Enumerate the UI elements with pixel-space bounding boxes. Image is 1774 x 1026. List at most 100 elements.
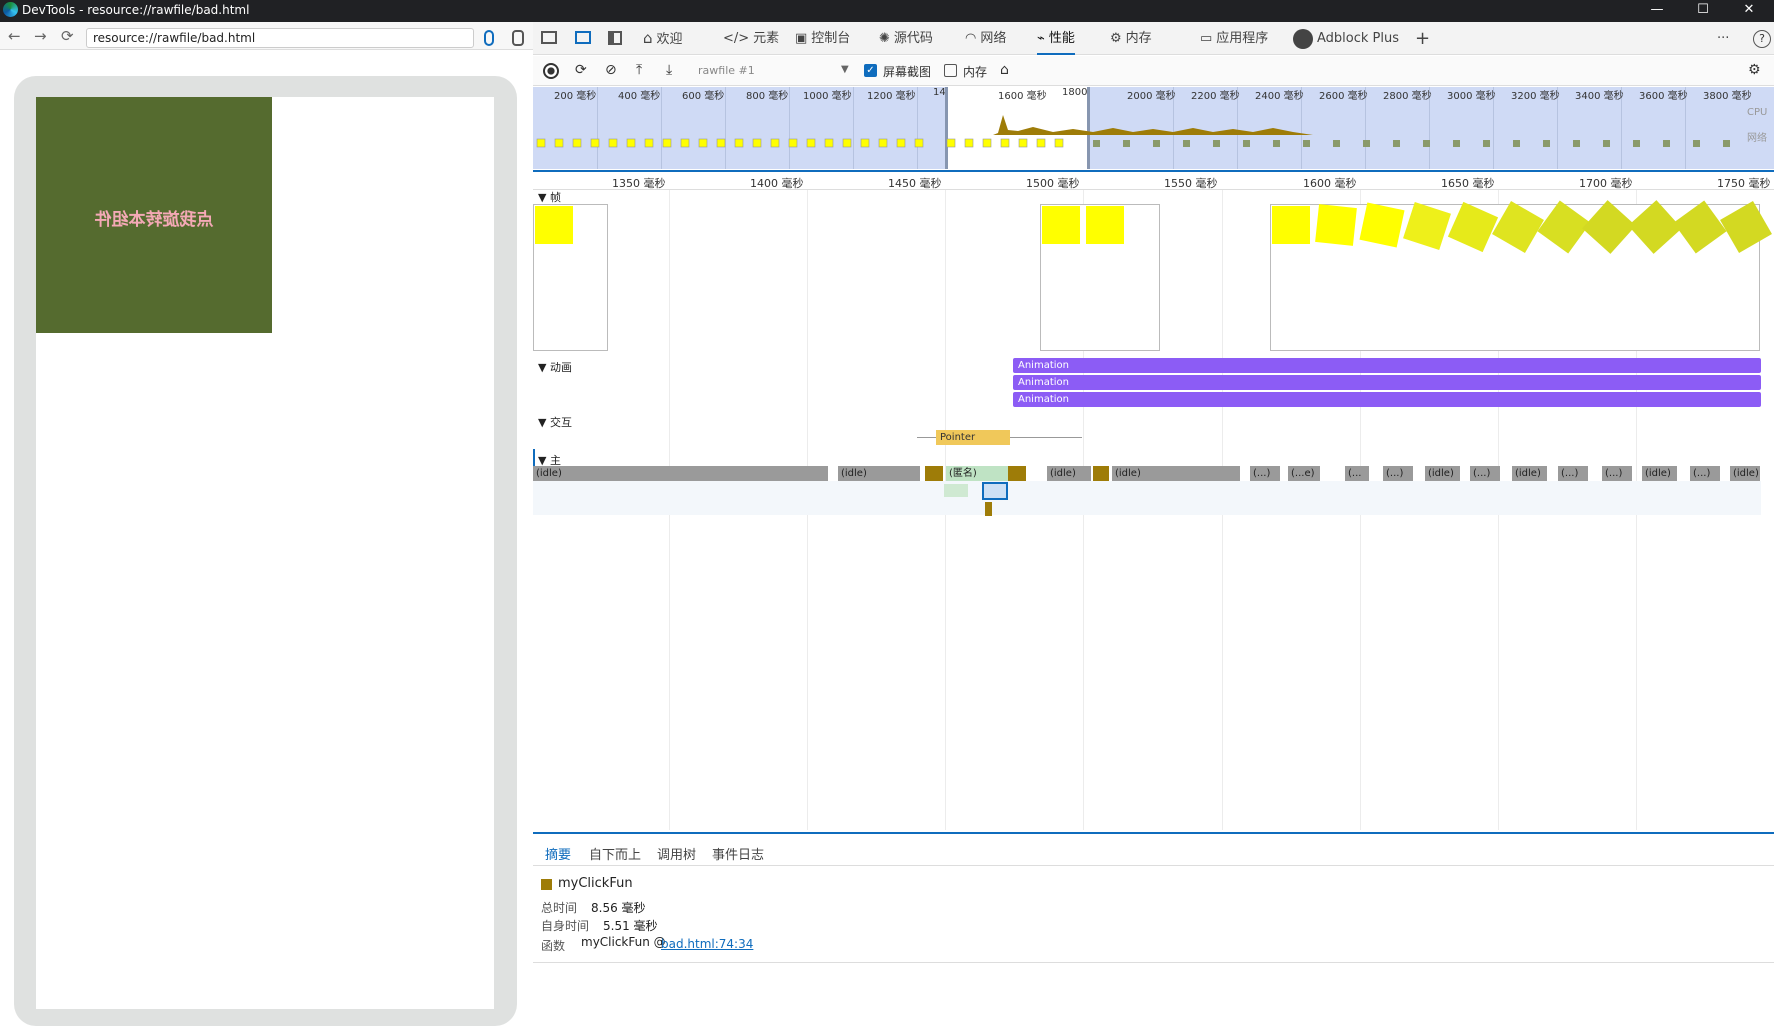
tab-welcome[interactable]: ⌂ 欢迎 xyxy=(643,22,683,55)
tab-call-tree[interactable]: 调用树 xyxy=(657,844,696,863)
main-idle-block[interactable]: (idle) xyxy=(838,466,920,481)
main-block[interactable]: (...) xyxy=(1558,466,1588,481)
time-ruler: 1350 毫秒 1400 毫秒 1450 毫秒 1500 毫秒 1550 毫秒 … xyxy=(533,170,1774,190)
main-idle-block[interactable]: (idle) xyxy=(1512,466,1547,481)
minimize-button[interactable]: — xyxy=(1637,0,1677,22)
tab-memory[interactable]: ⚙ 内存 xyxy=(1110,22,1152,55)
main-block[interactable]: (...) xyxy=(1690,466,1720,481)
total-time-value: 8.56 毫秒 xyxy=(591,901,646,915)
main-block[interactable]: (...) xyxy=(1470,466,1500,481)
main-block[interactable]: (... xyxy=(1345,466,1369,481)
overview-tick: 1200 毫秒 xyxy=(867,91,916,102)
selected-task-block[interactable] xyxy=(982,482,1008,500)
overview-tick: 800 毫秒 xyxy=(746,91,789,102)
url-input[interactable]: resource://rawfile/bad.html xyxy=(86,28,474,48)
tab-adblock[interactable]: Adblock Plus xyxy=(1293,22,1399,55)
overview-selection[interactable] xyxy=(945,87,1090,169)
ruler-tick: 1600 毫秒 xyxy=(1303,177,1357,190)
main-subtask-block[interactable] xyxy=(985,502,992,516)
main-block[interactable]: (...) xyxy=(1250,466,1280,481)
devtools-tab-bar: ⌂ 欢迎 </> 元素 ▣ 控制台 ✺ 源代码 ◠ 网络 ⌁ 性能 ⚙ 内存 ▭ 应用程序 Ad… xyxy=(533,22,1774,55)
ruler-tick: 1400 毫秒 xyxy=(750,177,804,190)
main-task-block[interactable] xyxy=(925,466,943,481)
tab-bottom-up[interactable]: 自下而上 xyxy=(589,844,641,863)
tab-network[interactable]: ◠ 网络 xyxy=(965,22,1006,55)
help-icon[interactable]: ? xyxy=(1753,30,1771,48)
animation-bar[interactable]: Animation xyxy=(1013,392,1761,407)
performance-icon: ⌁ xyxy=(1037,31,1045,46)
more-menu-button[interactable]: ··· xyxy=(1717,22,1729,55)
tab-elements[interactable]: </> 元素 xyxy=(723,22,779,55)
animation-bar[interactable]: Animation xyxy=(1013,375,1761,390)
reload-icon[interactable]: ⟳ xyxy=(61,27,74,45)
device-toolbar-icon[interactable] xyxy=(575,31,591,44)
tab-console[interactable]: ▣ 控制台 xyxy=(795,22,850,55)
main-idle-block[interactable]: (idle) xyxy=(1730,466,1760,481)
main-subtask-block[interactable] xyxy=(944,484,968,497)
main-anonymous-block[interactable]: (匿名) xyxy=(946,466,1008,481)
touch-icon[interactable] xyxy=(512,30,524,46)
main-idle-block[interactable]: (idle) xyxy=(1047,466,1091,481)
edge-logo-icon xyxy=(3,2,18,17)
title-bar: DevTools - resource://rawfile/bad.html —… xyxy=(0,0,1774,22)
back-icon[interactable]: ← xyxy=(8,27,21,45)
summary-panel: myClickFun 总时间 8.56 毫秒 自身时间 5.51 毫秒 函数 m… xyxy=(533,867,1774,963)
ruler-tick: 1450 毫秒 xyxy=(888,177,942,190)
tab-application[interactable]: ▭ 应用程序 xyxy=(1200,22,1268,55)
tab-performance[interactable]: ⌁ 性能 xyxy=(1037,22,1075,55)
inspect-icon[interactable] xyxy=(541,31,557,44)
download-icon[interactable]: ⤓ xyxy=(666,62,672,78)
broom-icon[interactable]: ⌂ xyxy=(1000,62,1009,78)
main-block[interactable]: (...) xyxy=(1602,466,1632,481)
frame-thumbnail[interactable] xyxy=(1040,204,1160,351)
interactions-track-header[interactable]: ▼ 交互 xyxy=(538,414,572,430)
forward-icon[interactable]: → xyxy=(34,27,47,45)
settings-gear-icon[interactable]: ⚙ xyxy=(1748,62,1761,78)
tab-sources[interactable]: ✺ 源代码 xyxy=(879,22,933,55)
add-tab-button[interactable]: + xyxy=(1415,22,1430,55)
overview-tick: 14 xyxy=(933,87,946,98)
performance-toolbar: ⟳ ⊘ ⤒ ⤓ rawfile #1 ▼ ✓ 屏幕截图 内存 ⌂ ⚙ xyxy=(533,56,1774,86)
home-icon: ⌂ xyxy=(643,29,653,47)
main-block[interactable]: (...e) xyxy=(1288,466,1320,481)
animation-bar[interactable]: Animation xyxy=(1013,358,1761,373)
main-idle-block[interactable]: (idle) xyxy=(533,466,828,481)
close-button[interactable]: ✕ xyxy=(1729,0,1769,22)
main-idle-block[interactable]: (idle) xyxy=(1112,466,1240,481)
pointer-interaction[interactable]: Pointer xyxy=(936,430,1010,445)
mouse-icon[interactable] xyxy=(484,30,494,46)
ruler-tick: 1550 毫秒 xyxy=(1164,177,1218,190)
animations-track-header[interactable]: ▼ 动画 xyxy=(538,359,572,375)
memory-label: 内存 xyxy=(963,65,988,79)
dock-icon[interactable] xyxy=(608,31,622,45)
main-idle-block[interactable]: (idle) xyxy=(1642,466,1677,481)
timeline-overview[interactable]: 200 毫秒 400 毫秒 600 毫秒 800 毫秒 1000 毫秒 1200… xyxy=(533,87,1774,169)
network-label: 网络 xyxy=(1747,133,1767,144)
record-icon[interactable] xyxy=(543,63,559,79)
tab-event-log[interactable]: 事件日志 xyxy=(712,844,764,863)
main-task-block[interactable] xyxy=(1008,466,1026,481)
profile-select[interactable]: rawfile #1 xyxy=(698,64,755,77)
main-idle-block[interactable]: (idle) xyxy=(1425,466,1460,481)
frames-track-header[interactable]: ▼ 帧 xyxy=(538,189,561,205)
clear-icon[interactable]: ⊘ xyxy=(605,62,617,78)
frame-thumbnail[interactable] xyxy=(1270,200,1772,351)
screenshots-checkbox[interactable]: ✓ xyxy=(864,64,877,77)
main-block[interactable]: (...) xyxy=(1383,466,1413,481)
overview-tick: 400 毫秒 xyxy=(618,91,661,102)
bug-icon: ✺ xyxy=(879,31,890,46)
source-link[interactable]: bad.html:74:34 xyxy=(661,937,753,951)
window-title: DevTools - resource://rawfile/bad.html xyxy=(22,3,250,17)
total-time-label: 总时间 xyxy=(541,901,578,915)
chevron-down-icon[interactable]: ▼ xyxy=(841,64,849,75)
memory-checkbox[interactable] xyxy=(944,64,957,77)
ruler-tick: 1750 毫秒 xyxy=(1717,177,1771,190)
reload-record-icon[interactable]: ⟳ xyxy=(575,62,587,78)
maximize-button[interactable]: ☐ xyxy=(1683,0,1723,22)
main-task-block[interactable] xyxy=(1093,466,1109,481)
cpu-label: CPU xyxy=(1747,107,1768,118)
details-tab-bar: 摘要 自下而上 调用树 事件日志 xyxy=(533,832,1774,871)
ruler-tick: 1700 毫秒 xyxy=(1579,177,1633,190)
frame-thumbnail[interactable] xyxy=(533,204,608,351)
upload-icon[interactable]: ⤒ xyxy=(636,62,642,78)
